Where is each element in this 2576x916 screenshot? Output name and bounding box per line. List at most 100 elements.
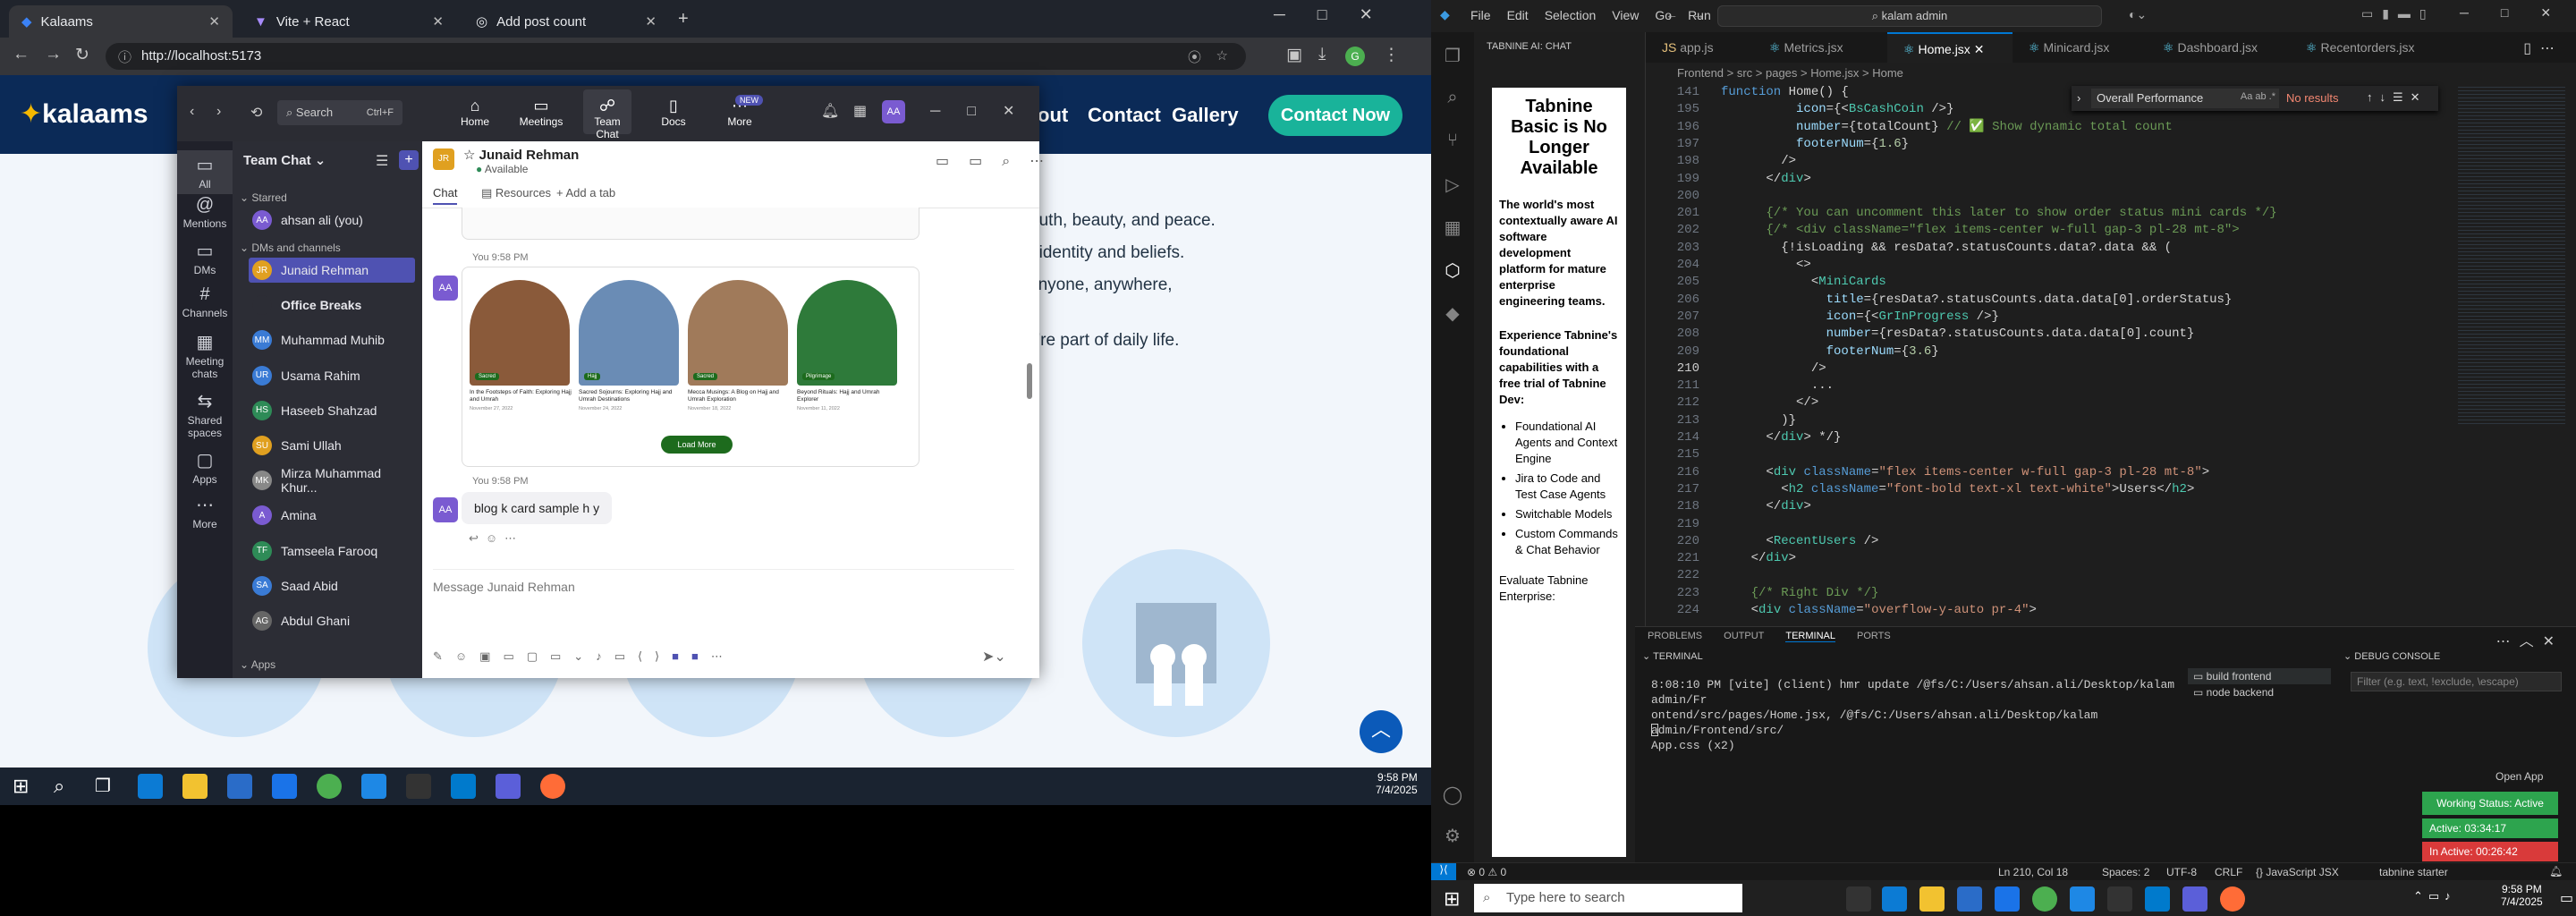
blog-card[interactable]: Hajj Sacred Sojourns: Exploring Hajj and … [579,280,681,428]
user-avatar[interactable]: AA [882,100,905,123]
code-line[interactable]: <h2 className="font-bold text-xl text-wh… [1721,481,2194,498]
scroll-to-top-button[interactable]: ︿ [1360,710,1402,753]
store-icon[interactable] [1957,886,1982,912]
editor-tab-minicard[interactable]: ⚛ Minicard.jsx [2012,32,2147,63]
apps-icon[interactable]: ▦ [853,102,867,120]
rail-more[interactable]: ⋯ More [177,494,233,530]
rail-all[interactable]: ▭ All [177,150,233,194]
terminal-icon[interactable] [406,774,431,799]
find-input[interactable]: Overall Performance Aa ab .* [2091,89,2279,108]
forward-icon[interactable]: › [216,104,221,120]
send-icon[interactable]: ➤⌄ [982,648,1006,666]
zoom-icon[interactable] [2182,886,2207,912]
nav-about[interactable]: out [1038,104,1068,127]
code-line[interactable]: {!isLoading && resData?.statusCounts.dat… [1721,240,2172,257]
code-line[interactable]: <> [1721,257,1811,274]
load-more-button[interactable]: Load More [661,436,733,454]
menu-item[interactable]: View [1612,8,1639,22]
back-icon[interactable]: ← [13,45,30,64]
rail-dms[interactable]: ▭ DMs [177,240,233,276]
nav-team-chat[interactable]: ☍ Team Chat [583,89,631,140]
code-line[interactable]: <RecentUsers /> [1721,533,1878,550]
panel-tab[interactable]: OUTPUT [1724,631,1764,642]
filter-icon[interactable]: ☰ [376,152,388,170]
contact-item[interactable]: UR Usama Rahim [249,363,415,388]
terminal-instance[interactable]: ▭ node backend [2188,684,2331,700]
task-view-icon[interactable] [1846,886,1871,912]
tabnine-icon[interactable]: ⬡ [1442,259,1463,281]
debug-filter-input[interactable]: Filter (e.g. text, !exclude, \escape) [2351,672,2562,691]
menu-item[interactable]: File [1470,8,1491,22]
close-icon[interactable]: ✕ [1974,42,1985,56]
notifications-icon[interactable]: ▭ [2560,889,2573,907]
rail-mentions[interactable]: @ Mentions [177,195,233,230]
close-icon[interactable]: ✕ [208,13,220,30]
cursor-position[interactable]: Ln 210, Col 18 [1998,866,2068,878]
contact-avatar[interactable]: JR [433,148,454,170]
back-icon[interactable]: ‹ [190,104,194,120]
rail-shared-spaces[interactable]: ⇆ Shared spaces [177,390,233,439]
command-center[interactable]: ⌕ kalam admin [1717,5,2102,27]
code-line[interactable]: </div> */} [1721,429,1841,446]
section-starred[interactable]: ⌄ Starred [240,191,287,204]
editor-tab-home[interactable]: ⚛ Home.jsx ✕ [1887,32,2012,63]
rail-channels[interactable]: # Channels [177,284,233,319]
new-tab-button[interactable]: + [678,9,689,30]
code-line[interactable]: /> [1721,360,1826,377]
code-line[interactable]: </div> [1721,550,1796,567]
window-controls[interactable]: ─□✕ [1274,5,1405,24]
forward-icon[interactable]: → [45,45,62,64]
code-line[interactable]: footerNum={1.6} [1721,136,1909,153]
bell-icon[interactable]: 🔔︎ [821,102,839,120]
window-controls[interactable]: ─□✕ [2460,5,2576,21]
vscode-icon[interactable] [451,774,476,799]
taskbar-search[interactable]: ⌕ Type here to search [1474,884,1742,912]
contact-item[interactable]: HS Haseeb Shahzad [249,398,415,423]
task-view-icon[interactable]: ❐ [95,775,111,797]
code-line[interactable]: </> [1721,394,1818,411]
blog-card[interactable]: Sacred In the Footsteps of Faith: Explori… [470,280,572,428]
close-icon[interactable]: ✕ [432,13,444,30]
history-icon[interactable]: ⟲ [250,104,262,122]
chevron-right-icon[interactable]: › [2077,91,2080,105]
docker-icon[interactable]: ◆ [1442,302,1463,324]
language-mode[interactable]: {} JavaScript JSX [2256,866,2339,878]
windows-start-icon[interactable]: ⊞ [1444,887,1460,911]
code-line[interactable]: function Home() { [1721,84,1849,101]
code-line[interactable]: {/* <div className="flex items-center w-… [1721,222,2239,239]
starred-item[interactable]: AA ahsan ali (you) [249,208,415,233]
edge-icon[interactable] [138,774,163,799]
clock[interactable]: 9:58 PM 7/4/2025 [1376,771,1418,796]
nav-home[interactable]: ⌂ Home [451,97,499,128]
contact-item[interactable]: Office Breaks [249,293,415,318]
copilot-icon[interactable]: ◐⌄ [2129,7,2147,22]
contact-item[interactable]: SA Saad Abid [249,573,415,598]
back-icon[interactable]: ← [1665,7,1678,21]
edge-icon[interactable] [1882,886,1907,912]
close-icon[interactable]: ✕ [645,13,657,30]
nav-meetings[interactable]: ▭ Meetings [517,97,565,128]
panel-tab[interactable]: PORTS [1857,631,1891,642]
code-line[interactable]: footerNum={3.6} [1721,344,1939,360]
code-line[interactable]: </div> [1721,498,1810,515]
message-input[interactable]: Message Junaid Rehman [433,580,1014,606]
problems-count[interactable]: ⊗ 0 ⚠ 0 [1467,866,1506,878]
zoom-icon[interactable] [496,774,521,799]
code-line[interactable]: )} [1721,412,1796,429]
terminal-icon[interactable] [2107,886,2132,912]
window-controls[interactable]: ─□✕ [930,102,1041,120]
code-line[interactable]: </div> [1721,171,1810,188]
browser-tab-add-post[interactable]: ◎ Add post count ✕ [463,5,669,38]
nav-contact[interactable]: Contact [1088,104,1161,127]
contact-item[interactable]: TF Tamseela Farooq [249,539,415,564]
minimap[interactable] [2458,84,2565,424]
tabnine-status[interactable]: tabnine starter [2379,866,2448,878]
file-explorer-icon[interactable] [182,774,208,799]
contact-item[interactable]: SU Sami Ullah [249,433,415,458]
mail-icon[interactable] [272,774,297,799]
blog-card[interactable]: Pilgrimage Beyond Rituals: Hajj and Umrah… [797,280,899,428]
panel-tab[interactable]: PROBLEMS [1648,631,1702,642]
rail-meeting-chats[interactable]: ▦ Meeting chats [177,331,233,380]
image-message[interactable]: Sacred In the Footsteps of Faith: Explori… [462,267,919,467]
search-icon[interactable]: ⌕ [1442,88,1463,109]
